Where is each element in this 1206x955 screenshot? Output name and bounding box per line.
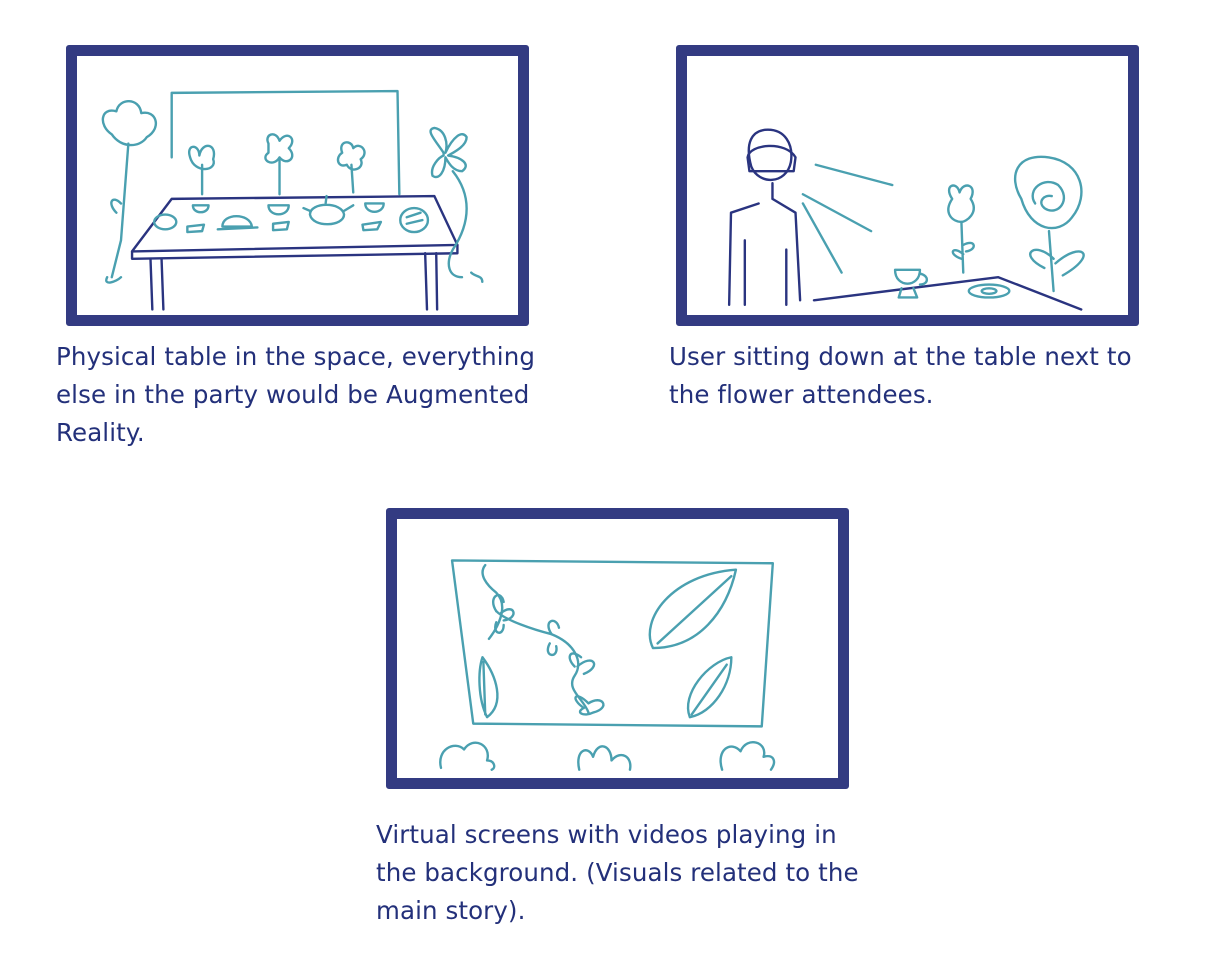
panel-3-caption: Virtual screens with videos playing in t… [376,820,859,925]
panel-2-caption: User sitting down at the table next to t… [669,342,1132,409]
panel-2-frame [676,45,1139,326]
virtual-screens-sketch [439,559,776,771]
panel-3-frame [386,508,849,789]
physical-table-sketch [101,89,484,311]
panel-1-caption: Physical table in the space, everything … [56,342,535,447]
user-at-table-sketch [727,128,1085,311]
panel-1-frame [66,45,529,326]
